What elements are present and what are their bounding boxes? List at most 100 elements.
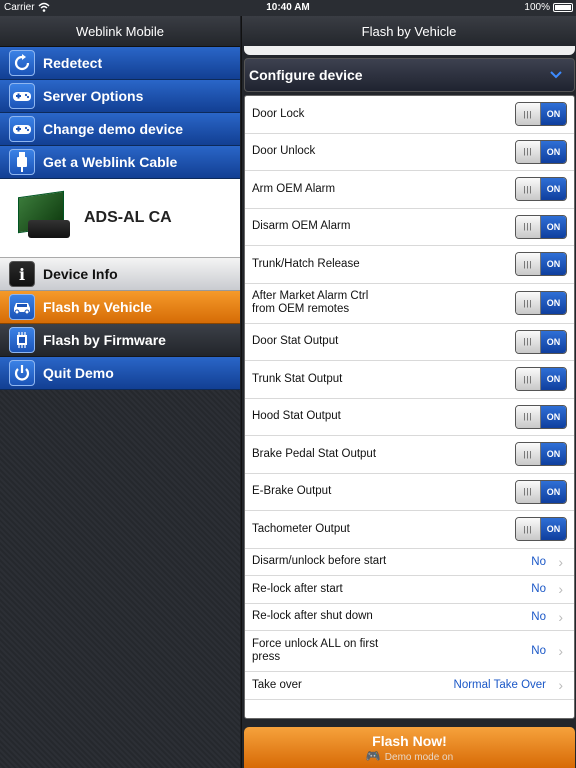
demo-mode-indicator: 🎮 Demo mode on xyxy=(242,749,576,763)
setting-label: E-Brake Output xyxy=(252,485,332,498)
toggle-row: After Market Alarm Ctrl from OEM remotes… xyxy=(245,284,574,324)
setting-value: No xyxy=(531,610,546,623)
toggle-switch[interactable]: ||| ON xyxy=(515,479,567,504)
chevron-right-icon: › xyxy=(558,677,563,694)
status-bar: Carrier 10:40 AM 100% xyxy=(0,0,576,16)
chevron-right-icon: › xyxy=(558,581,563,598)
power-icon xyxy=(9,360,35,386)
toggle-on-label: ON xyxy=(541,443,566,466)
toggle-switch[interactable]: ||| ON xyxy=(515,367,567,392)
toggle-switch[interactable]: ||| ON xyxy=(515,291,567,315)
toggle-switch[interactable]: ||| ON xyxy=(515,329,567,354)
select-row[interactable]: Re-lock after shut down No › xyxy=(245,604,574,631)
device-name: ADS-AL CA xyxy=(84,209,172,226)
sidebar-item-label: Device Info xyxy=(43,266,118,282)
setting-value: No xyxy=(531,583,546,596)
setting-label: After Market Alarm Ctrl from OEM remotes xyxy=(252,290,369,315)
sidebar: Weblink Mobile Redetect Server Options C… xyxy=(0,16,240,768)
toggle-row: Trunk Stat Output ||| ON xyxy=(245,361,574,399)
toggle-on-label: ON xyxy=(541,103,566,126)
toggle-row: Door Unlock ||| ON xyxy=(245,134,574,171)
sidebar-item-flash-by-firmware[interactable]: Flash by Firmware xyxy=(0,324,240,357)
setting-label: Tachometer Output xyxy=(252,522,350,535)
select-row[interactable]: Re-lock after start No › xyxy=(245,576,574,604)
sidebar-item-label: Flash by Vehicle xyxy=(43,299,152,315)
usb-icon xyxy=(9,149,35,175)
toggle-on-label: ON xyxy=(541,140,566,163)
sidebar-item-label: Redetect xyxy=(43,55,103,71)
toggle-knob: ||| xyxy=(516,368,541,391)
toggle-switch[interactable]: ||| ON xyxy=(515,404,567,429)
sidebar-item-device-info[interactable]: i Device Info xyxy=(0,258,240,291)
select-row[interactable]: Disarm/unlock before start No › xyxy=(245,549,574,576)
setting-value: Normal Take Over xyxy=(453,679,546,692)
setting-label: Take over xyxy=(252,678,302,691)
page-title: Flash by Vehicle xyxy=(242,16,576,47)
toggle-row: Hood Stat Output ||| ON xyxy=(245,399,574,436)
toggle-row: Door Stat Output ||| ON xyxy=(245,324,574,361)
toggle-switch[interactable]: ||| ON xyxy=(515,177,567,202)
sidebar-item-flash-by-vehicle[interactable]: Flash by Vehicle xyxy=(0,291,240,324)
clock: 10:40 AM xyxy=(266,2,310,13)
toggle-switch[interactable]: ||| ON xyxy=(515,139,567,164)
select-row[interactable]: Take over Normal Take Over › xyxy=(245,672,574,700)
toggle-on-label: ON xyxy=(541,405,566,428)
setting-label: Disarm OEM Alarm xyxy=(252,220,351,233)
battery-icon xyxy=(553,3,573,12)
select-row[interactable]: Force unlock ALL on first press No › xyxy=(245,631,574,672)
toggle-switch[interactable]: ||| ON xyxy=(515,252,567,277)
sidebar-item-label: Server Options xyxy=(43,88,144,104)
setting-label: Trunk/Hatch Release xyxy=(252,257,360,270)
toggle-on-label: ON xyxy=(541,178,566,201)
toggle-knob: ||| xyxy=(516,140,541,163)
sidebar-title: Weblink Mobile xyxy=(0,16,240,47)
setting-label: Door Stat Output xyxy=(252,335,339,348)
configure-device-header[interactable]: Configure device xyxy=(244,58,575,92)
setting-label: Re-lock after shut down xyxy=(252,610,373,623)
toggle-on-label: ON xyxy=(541,330,566,353)
section-title: Configure device xyxy=(249,67,363,83)
sidebar-item-label: Flash by Firmware xyxy=(43,332,166,348)
demo-mode-label: Demo mode on xyxy=(384,752,454,763)
device-image xyxy=(12,190,74,246)
chip-icon xyxy=(9,327,35,353)
toggle-knob: ||| xyxy=(516,292,541,314)
sidebar-item-label: Get a Weblink Cable xyxy=(43,154,178,170)
main-panel: Flash by Vehicle Configure device Door L… xyxy=(241,16,576,768)
toggle-knob: ||| xyxy=(516,178,541,201)
toggle-knob: ||| xyxy=(516,443,541,466)
toggle-knob: ||| xyxy=(516,103,541,126)
info-icon: i xyxy=(9,261,35,287)
car-icon xyxy=(9,294,35,320)
toggle-knob: ||| xyxy=(516,480,541,503)
sidebar-item-change-demo-device[interactable]: Change demo device xyxy=(0,113,240,146)
setting-value: No xyxy=(531,645,546,657)
setting-label: Trunk Stat Output xyxy=(252,372,343,385)
chevron-down-icon xyxy=(550,71,562,79)
toggle-on-label: ON xyxy=(541,368,566,391)
toggle-switch[interactable]: ||| ON xyxy=(515,102,567,127)
toggle-knob: ||| xyxy=(516,405,541,428)
setting-label: Disarm/unlock before start xyxy=(252,555,387,568)
device-card: ADS-AL CA xyxy=(0,179,240,258)
sidebar-item-redetect[interactable]: Redetect xyxy=(0,47,240,80)
sidebar-item-quit-demo[interactable]: Quit Demo xyxy=(0,357,240,390)
gamepad-icon xyxy=(9,83,35,109)
chevron-right-icon: › xyxy=(558,608,563,625)
setting-label: Force unlock ALL on first press xyxy=(252,638,379,663)
toggle-switch[interactable]: ||| ON xyxy=(515,517,567,542)
toggle-on-label: ON xyxy=(541,480,566,503)
setting-value: No xyxy=(531,555,546,568)
toggle-switch[interactable]: ||| ON xyxy=(515,214,567,239)
toggle-row: Disarm OEM Alarm ||| ON xyxy=(245,209,574,246)
toggle-row: Brake Pedal Stat Output ||| ON xyxy=(245,436,574,474)
toggle-switch[interactable]: ||| ON xyxy=(515,442,567,467)
toggle-row: Door Lock ||| ON xyxy=(245,96,574,134)
scroll-strip xyxy=(244,46,575,55)
sidebar-item-server-options[interactable]: Server Options xyxy=(0,80,240,113)
toggle-knob: ||| xyxy=(516,215,541,238)
sidebar-item-label: Quit Demo xyxy=(43,365,114,381)
toggle-on-label: ON xyxy=(541,518,566,541)
setting-label: Arm OEM Alarm xyxy=(252,182,336,195)
sidebar-item-get-cable[interactable]: Get a Weblink Cable xyxy=(0,146,240,179)
